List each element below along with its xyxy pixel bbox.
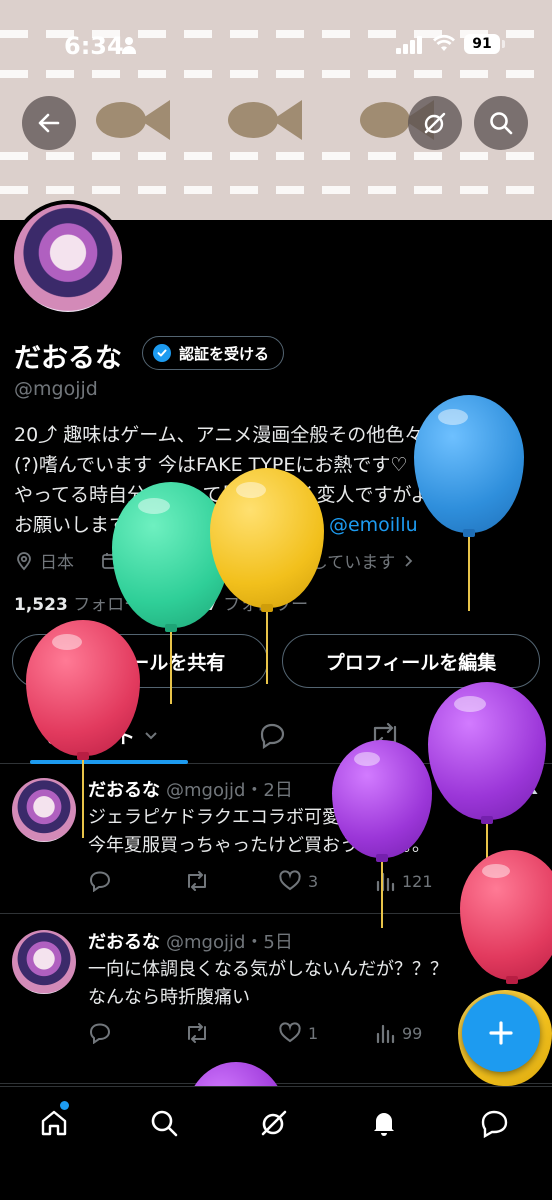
banner-fish-graphic	[228, 98, 308, 142]
post-text-line: 一向に体調良くなる気がしないんだが？？？	[88, 959, 448, 980]
nav-home[interactable]	[36, 1105, 72, 1141]
repost-button[interactable]	[184, 1022, 210, 1044]
repost-icon	[188, 1023, 206, 1043]
search-button[interactable]	[474, 96, 528, 150]
profile-name: だおるな	[14, 343, 122, 374]
status-bar: 6:34 91	[0, 0, 552, 90]
post-author-name: だおるな	[88, 932, 160, 953]
search-icon	[151, 1110, 178, 1137]
grok-icon	[261, 1110, 287, 1136]
get-verified-button[interactable]: 認証を受ける	[142, 336, 285, 370]
like-count: 3	[308, 871, 319, 891]
balloon-red	[26, 620, 140, 842]
balloon-yellow	[210, 468, 324, 688]
back-button[interactable]	[22, 96, 76, 150]
home-icon	[41, 1110, 67, 1136]
banner-fish-graphic	[96, 98, 176, 142]
status-time: 6:34	[64, 32, 124, 60]
profile-handle: @mgojjd	[14, 378, 98, 400]
balloon-red	[460, 850, 552, 1000]
verified-badge-icon	[153, 344, 171, 362]
balloon-blue	[414, 395, 524, 615]
location-pin-icon	[17, 551, 31, 570]
signal-icon	[396, 36, 422, 54]
banner-pattern	[0, 152, 552, 160]
battery-indicator: 91	[464, 34, 500, 54]
grok-icon	[424, 112, 446, 134]
balloon-purple	[332, 740, 432, 930]
bottom-navigation	[0, 1086, 552, 1200]
tab-replies[interactable]	[256, 706, 288, 764]
reply-button[interactable]	[88, 870, 112, 892]
wifi-icon	[433, 34, 455, 51]
bio-mention-link[interactable]: @emoillu	[329, 514, 418, 536]
reply-bubble-icon	[260, 723, 285, 749]
post-meta: @mgojjd・2日	[166, 780, 293, 801]
post-text: 一向に体調良くなる気がしないんだが？？？ なんなら時折腹痛い	[88, 956, 488, 1012]
get-verified-label: 認証を受ける	[179, 344, 270, 363]
post-avatar[interactable]	[12, 930, 76, 994]
message-bubble-icon	[481, 1110, 508, 1139]
search-icon	[490, 112, 513, 135]
balloon-purple	[186, 1062, 286, 1086]
person-icon	[122, 37, 136, 55]
like-button[interactable]: 1	[278, 1022, 318, 1044]
nav-search[interactable]	[146, 1105, 182, 1141]
grok-button[interactable]	[408, 96, 462, 150]
compose-post-button[interactable]	[462, 994, 540, 1072]
heart-icon	[279, 870, 301, 891]
reply-button[interactable]	[88, 1022, 112, 1044]
profile-avatar[interactable]	[10, 200, 126, 316]
bell-icon	[374, 1113, 394, 1136]
repost-button[interactable]	[184, 870, 210, 892]
nav-messages[interactable]	[476, 1105, 512, 1141]
like-button[interactable]: 3	[278, 870, 318, 892]
reply-icon	[89, 1023, 111, 1044]
banner-pattern	[0, 186, 552, 194]
post-meta: @mgojjd・5日	[166, 932, 293, 953]
post-text-line: なんなら時折腹痛い	[88, 987, 250, 1008]
plus-icon	[489, 1021, 513, 1045]
nav-grok[interactable]	[256, 1105, 292, 1141]
heart-icon	[279, 1022, 301, 1043]
chevron-down-icon	[145, 732, 157, 740]
arrow-left-icon	[38, 113, 60, 133]
battery-tip	[502, 40, 505, 48]
nav-notifications[interactable]	[366, 1105, 402, 1141]
view-count: 99	[402, 1023, 423, 1043]
reply-icon	[89, 871, 111, 892]
post-header: だおるな @mgojjd・5日	[88, 928, 293, 954]
profile-location: 日本	[40, 553, 74, 573]
like-count: 1	[308, 1023, 319, 1043]
repost-icon	[188, 871, 206, 891]
views-chart-icon	[376, 1024, 395, 1044]
notification-dot	[60, 1101, 69, 1110]
views-button[interactable]: 99	[374, 1022, 422, 1044]
